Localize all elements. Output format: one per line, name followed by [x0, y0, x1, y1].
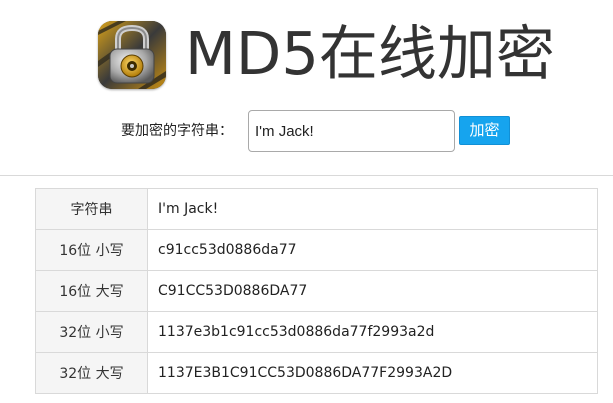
row-value: c91cc53d0886da77 [147, 229, 598, 271]
row-key: 32位 大写 [35, 352, 148, 394]
table-row: 16位 小写 c91cc53d0886da77 [35, 229, 598, 271]
table-row: 字符串 I'm Jack! [35, 188, 598, 230]
row-key: 16位 小写 [35, 229, 148, 271]
encrypt-button[interactable]: 加密 [459, 116, 510, 145]
results-table: 字符串 I'm Jack! 16位 小写 c91cc53d0886da77 16… [35, 188, 598, 394]
string-input[interactable] [248, 110, 455, 152]
table-row: 16位 大写 C91CC53D0886DA77 [35, 270, 598, 312]
row-key: 16位 大写 [35, 270, 148, 312]
row-value: 1137E3B1C91CC53D0886DA77F2993A2D [147, 352, 598, 394]
table-row: 32位 小写 1137e3b1c91cc53d0886da77f2993a2d [35, 311, 598, 353]
row-value: 1137e3b1c91cc53d0886da77f2993a2d [147, 311, 598, 353]
row-key: 字符串 [35, 188, 148, 230]
row-key: 32位 小写 [35, 311, 148, 353]
page-title: MD5在线加密 [185, 19, 555, 88]
row-value: C91CC53D0886DA77 [147, 270, 598, 312]
input-label: 要加密的字符串： [121, 123, 233, 139]
header: MD5在线加密 要加密的字符串： 加密 [0, 0, 613, 176]
row-value: I'm Jack! [147, 188, 598, 230]
padlock-icon [98, 21, 166, 89]
table-row: 32位 大写 1137E3B1C91CC53D0886DA77F2993A2D [35, 352, 598, 394]
